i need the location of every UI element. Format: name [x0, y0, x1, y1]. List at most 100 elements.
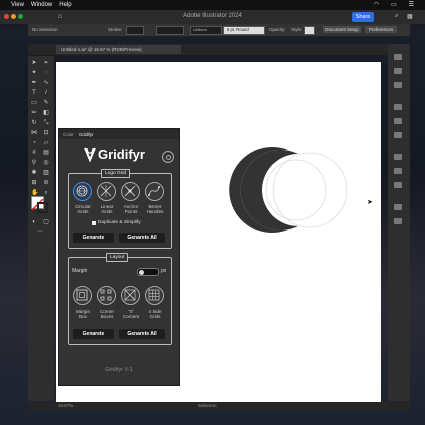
swatches-panel-icon[interactable]: [394, 104, 402, 110]
curvature-tool-icon[interactable]: ∿: [43, 80, 49, 86]
stroke-weight-field[interactable]: [126, 26, 144, 35]
plugin-version-footer: Gridifyr V-1: [105, 367, 133, 373]
brush-label: 5 pt. Round: [227, 27, 249, 32]
rectangle-tool-icon[interactable]: ▭: [31, 100, 37, 106]
share-button[interactable]: Share: [352, 12, 374, 22]
eraser-tool-icon[interactable]: ◧: [43, 110, 49, 116]
corner-boxes-button[interactable]: [97, 286, 116, 305]
margin-input[interactable]: [137, 268, 159, 276]
slice-tool-icon[interactable]: ⊘: [43, 180, 49, 186]
outline-circle-guide: [272, 152, 348, 228]
graph-tool-icon[interactable]: ▥: [43, 170, 49, 176]
right-panel-dock: [388, 44, 410, 401]
tools-panel: ➤ ➢ ✦ ◌ ✒ ∿ T / ▭ ✎ ✏ ◧ ↻ ⤡ ⋈ ⊡ ◔ ▱ # ▤ …: [28, 56, 54, 401]
stroke-panel-icon[interactable]: [394, 154, 402, 160]
search-icon[interactable]: ⌕: [395, 13, 398, 20]
selection-status: No Selection: [32, 27, 58, 32]
margin-slider-knob[interactable]: [139, 269, 144, 275]
mesh-tool-icon[interactable]: #: [31, 150, 37, 156]
control-center-icon[interactable]: ☰: [409, 1, 414, 8]
artboard-tool-icon[interactable]: ⊞: [31, 180, 37, 186]
line-tool-icon[interactable]: /: [43, 90, 49, 96]
symbol-sprayer-tool-icon[interactable]: ✺: [31, 170, 37, 176]
four-side-grids-button[interactable]: [145, 286, 164, 305]
x-corners-label: "X" Corners: [122, 309, 140, 320]
margin-box-button[interactable]: [73, 286, 92, 305]
pathfinder-panel-icon[interactable]: [394, 218, 402, 224]
brushes-panel-icon[interactable]: [394, 118, 402, 124]
rotate-tool-icon[interactable]: ↻: [31, 120, 37, 126]
zoom-level[interactable]: 16.67%: [58, 403, 73, 408]
control-bar: No Selection Stroke: Uniform 5 pt. Round…: [28, 24, 410, 37]
brush-definition-dropdown[interactable]: 5 pt. Round: [223, 26, 265, 35]
workspace-icon[interactable]: ▦: [407, 13, 413, 20]
anchor-points-button[interactable]: [121, 182, 140, 201]
perspective-grid-tool-icon[interactable]: ▱: [43, 140, 49, 146]
tab-color[interactable]: Color: [63, 132, 74, 137]
direct-selection-tool-icon[interactable]: ➢: [43, 60, 49, 66]
menu-window[interactable]: Window: [31, 2, 52, 8]
lasso-tool-icon[interactable]: ◌: [43, 70, 49, 76]
transparency-panel-icon[interactable]: [394, 182, 402, 188]
wifi-icon[interactable]: ◠: [374, 1, 379, 8]
gridifyr-logo-text: Gridifyr: [98, 147, 145, 162]
blend-tool-icon[interactable]: ◎: [43, 160, 49, 166]
width-tool-icon[interactable]: ⋈: [31, 130, 37, 136]
align-panel-icon[interactable]: [394, 204, 402, 210]
crescent-artwork[interactable]: [228, 140, 353, 240]
linear-grids-button[interactable]: [97, 182, 116, 201]
settings-gear-icon[interactable]: [162, 151, 174, 163]
menu-view[interactable]: View: [11, 2, 24, 8]
status-bar: 16.67% Selection: [28, 402, 410, 410]
margin-label: Margin: [72, 268, 88, 274]
layout-title: Layout: [106, 253, 129, 262]
four-side-grids-icon: [148, 289, 160, 301]
bezier-handles-label: Bezier Handles: [146, 204, 164, 215]
logo-grid-generate-button[interactable]: Genarete: [73, 233, 114, 243]
shape-builder-tool-icon[interactable]: ◔: [31, 140, 37, 146]
bezier-handles-button[interactable]: [145, 182, 164, 201]
menu-help[interactable]: Help: [59, 2, 71, 8]
circular-grids-icon: [76, 185, 88, 197]
logo-grid-generate-all-button[interactable]: Genarete All: [119, 233, 165, 243]
bezier-handles-icon: [148, 186, 160, 196]
layout-generate-all-button[interactable]: Genarete All: [119, 329, 165, 339]
gradient-tool-icon[interactable]: ▤: [43, 150, 49, 156]
magic-wand-tool-icon[interactable]: ✦: [31, 70, 37, 76]
margin-box-icon: [76, 289, 88, 301]
anchor-points-label: Anchor Points: [123, 204, 139, 215]
layout-generate-button[interactable]: Genarete: [73, 329, 114, 339]
document-tab[interactable]: Untitled-1.ai* @ 16.67 % (RGB/Preview): [56, 45, 181, 54]
gradient-panel-icon[interactable]: [394, 168, 402, 174]
type-tool-icon[interactable]: T: [31, 90, 37, 96]
stroke-swatch[interactable]: [37, 202, 48, 213]
eyedropper-tool-icon[interactable]: ⚲: [31, 160, 37, 166]
preferences-button[interactable]: Preferences: [365, 26, 397, 33]
duplicate-simplify-checkbox[interactable]: [92, 221, 96, 225]
properties-panel-icon[interactable]: [394, 54, 402, 60]
document-setup-button[interactable]: Document Setup: [323, 26, 361, 33]
pen-tool-icon[interactable]: ✒: [31, 80, 37, 86]
screen-mode-icon[interactable]: ▢: [43, 219, 49, 225]
battery-icon[interactable]: ▭: [391, 1, 397, 8]
scale-tool-icon[interactable]: ⤡: [43, 120, 49, 126]
paintbrush-tool-icon[interactable]: ✎: [43, 100, 49, 106]
edit-toolbar-icon[interactable]: ⋯: [37, 229, 43, 235]
selection-tool-icon[interactable]: ➤: [31, 60, 37, 66]
x-corners-button[interactable]: [121, 286, 140, 305]
pencil-tool-icon[interactable]: ✏: [31, 110, 37, 116]
circular-grids-label: Circular Grids: [75, 204, 91, 215]
style-swatch[interactable]: [304, 26, 315, 35]
circular-grids-button[interactable]: [73, 182, 92, 201]
stroke-profile-dropdown[interactable]: Uniform: [190, 26, 222, 35]
libraries-panel-icon[interactable]: [394, 82, 402, 88]
variable-width-dropdown[interactable]: [156, 26, 184, 35]
status-mode: Selection: [198, 403, 217, 408]
free-transform-tool-icon[interactable]: ⊡: [43, 130, 49, 136]
layers-panel-icon[interactable]: [394, 68, 402, 74]
drawing-mode-icon[interactable]: ◐: [31, 219, 37, 225]
tab-gridifyr[interactable]: Gridifyr: [79, 132, 94, 137]
style-label: Style:: [291, 27, 303, 32]
symbols-panel-icon[interactable]: [394, 132, 402, 138]
anchor-points-icon: [124, 185, 136, 197]
